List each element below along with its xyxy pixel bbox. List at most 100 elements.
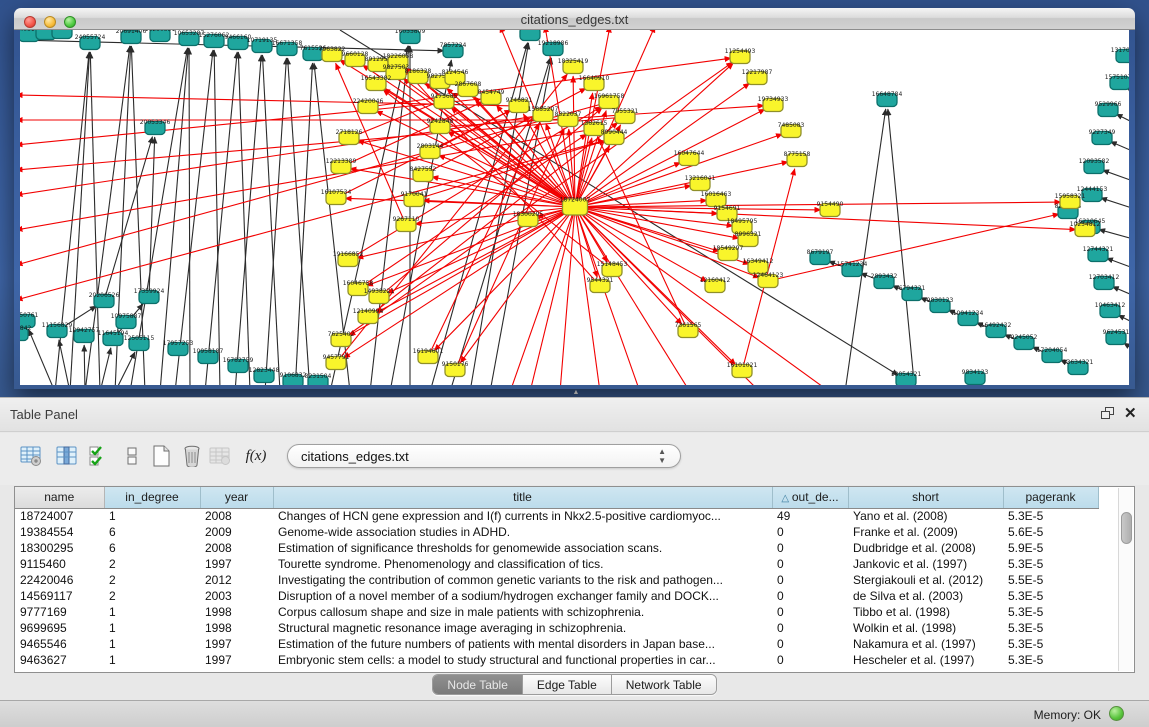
graph-node[interactable]: 9106832 bbox=[280, 372, 307, 385]
column-header-pagerank[interactable]: pagerank bbox=[1003, 487, 1098, 508]
graph-edge[interactable] bbox=[1101, 198, 1129, 212]
table-settings-icon[interactable] bbox=[18, 443, 44, 469]
graph-edge[interactable] bbox=[1116, 114, 1129, 128]
graph-node[interactable]: 8322037 bbox=[555, 111, 582, 127]
graph-node[interactable]: 8775158 bbox=[784, 151, 811, 167]
graph-node[interactable]: 6794321 bbox=[899, 285, 926, 301]
table-row[interactable]: 1872400712008Changes of HCN gene express… bbox=[15, 508, 1098, 524]
graph-node[interactable]: 16250331 bbox=[145, 30, 176, 42]
graph-edge[interactable] bbox=[84, 345, 85, 385]
graph-node[interactable]: 20206526 bbox=[89, 292, 120, 308]
graph-node[interactable]: 16640910 bbox=[579, 75, 610, 91]
graph-node[interactable]: 17957253 bbox=[163, 340, 194, 356]
table-row[interactable]: 1830029562008Estimation of significance … bbox=[15, 540, 1098, 556]
graph-edge[interactable] bbox=[1124, 343, 1129, 356]
graph-node[interactable]: 11254493 bbox=[725, 48, 756, 64]
graph-node[interactable]: 2718126 bbox=[336, 129, 363, 145]
graph-node[interactable]: 9154490 bbox=[817, 201, 844, 217]
column-header-short[interactable]: short bbox=[848, 487, 1003, 508]
graph-node[interactable]: 15751074 bbox=[1105, 74, 1129, 90]
graph-node[interactable]: 16543382 bbox=[361, 75, 392, 91]
network-canvas[interactable]: 1872400784051629120653106253324055724206… bbox=[20, 30, 1129, 385]
graph-edge[interactable] bbox=[560, 207, 575, 385]
graph-edge[interactable] bbox=[1110, 142, 1129, 156]
graph-node[interactable]: 16671358 bbox=[272, 40, 303, 56]
graph-edge[interactable] bbox=[262, 55, 280, 385]
graph-edge[interactable] bbox=[265, 58, 286, 385]
table-scrollbar-thumb[interactable] bbox=[1121, 512, 1132, 544]
graph-node[interactable]: 16101021 bbox=[727, 362, 758, 378]
graph-edge[interactable] bbox=[214, 50, 220, 385]
graph-node[interactable]: 7857224 bbox=[440, 42, 467, 58]
graph-node[interactable]: 12505115 bbox=[124, 335, 155, 351]
graph-edge[interactable] bbox=[20, 98, 491, 145]
graph-node[interactable]: 12823448 bbox=[249, 367, 280, 383]
table-column-icon[interactable] bbox=[54, 443, 80, 469]
graph-node[interactable]: 20691406 bbox=[116, 30, 147, 44]
graph-node[interactable]: 15148453 bbox=[597, 261, 628, 277]
graph-edge[interactable] bbox=[1127, 88, 1129, 100]
graph-node[interactable]: 7955321 bbox=[612, 108, 639, 124]
graph-edge[interactable] bbox=[575, 207, 690, 385]
new-table-icon[interactable] bbox=[148, 443, 174, 469]
graph-node[interactable]: 9242848 bbox=[427, 118, 454, 134]
graph-node[interactable]: 9170041 bbox=[401, 191, 428, 207]
graph-node[interactable]: 19734933 bbox=[758, 96, 789, 112]
column-header-year[interactable]: year bbox=[200, 487, 273, 508]
graph-node[interactable]: 16107534 bbox=[321, 189, 352, 205]
column-header-out-de-[interactable]: △ out_de... bbox=[772, 487, 848, 508]
graph-node[interactable]: 17359924 bbox=[134, 288, 165, 304]
graph-node[interactable]: 18549297 bbox=[713, 245, 744, 261]
graph-node[interactable]: 9245052 bbox=[1011, 334, 1038, 350]
table-row[interactable]: 1456911722003Disruption of a novel membe… bbox=[15, 588, 1098, 604]
graph-node[interactable]: 8427552 bbox=[410, 166, 437, 182]
graph-node[interactable]: 8679197 bbox=[807, 249, 834, 265]
graph-edge[interactable] bbox=[575, 134, 783, 207]
column-header-title[interactable]: title bbox=[273, 487, 772, 508]
graph-node[interactable]: 10463412 bbox=[1095, 302, 1126, 318]
function-builder-icon[interactable]: f(x) bbox=[243, 443, 269, 469]
graph-node[interactable]: 8990444 bbox=[601, 129, 628, 145]
column-header-name[interactable]: name bbox=[15, 487, 104, 508]
graph-node[interactable]: 9457791 bbox=[323, 354, 350, 370]
graph-edge[interactable] bbox=[175, 50, 213, 385]
graph-node[interactable]: 7625402 bbox=[328, 331, 355, 347]
graph-edge[interactable] bbox=[575, 207, 830, 385]
graph-node[interactable]: 12464123 bbox=[753, 272, 784, 288]
graph-edge[interactable] bbox=[1106, 258, 1129, 272]
graph-edge[interactable] bbox=[888, 109, 915, 385]
table-row[interactable]: 2242004622012Investigating the contribut… bbox=[15, 572, 1098, 588]
graph-edge[interactable] bbox=[575, 93, 593, 207]
graph-node[interactable]: 12217987 bbox=[742, 69, 773, 85]
table-row[interactable]: 1938455462009Genome-wide association stu… bbox=[15, 524, 1098, 540]
graph-node[interactable]: 16648784 bbox=[872, 91, 903, 107]
close-panel-icon[interactable]: ✕ bbox=[1124, 404, 1137, 422]
graph-node[interactable]: 9175685 bbox=[431, 93, 458, 109]
column-header-in-degree[interactable]: in_degree bbox=[104, 487, 200, 508]
table-select-dropdown[interactable]: citations_edges.txt ▲▼ bbox=[287, 444, 681, 468]
graph-edge[interactable] bbox=[455, 128, 564, 370]
graph-node[interactable]: 2893432 bbox=[871, 273, 898, 289]
table-row[interactable]: 977716911998Corpus callosum shape and si… bbox=[15, 604, 1098, 620]
graph-node[interactable]: 1062533 bbox=[49, 30, 76, 39]
graph-node[interactable]: 18325419 bbox=[558, 58, 589, 74]
table-row[interactable]: 969969511998Structural magnetic resonanc… bbox=[15, 620, 1098, 636]
row-height-icon[interactable] bbox=[119, 443, 145, 469]
panel-splitter-handle[interactable]: ▲ bbox=[570, 390, 582, 396]
graph-node[interactable]: 9830123 bbox=[927, 297, 954, 313]
graph-edge[interactable] bbox=[1112, 287, 1129, 300]
graph-edge[interactable] bbox=[20, 102, 609, 265]
graph-edge[interactable] bbox=[1118, 315, 1129, 328]
graph-edge[interactable] bbox=[1099, 229, 1129, 242]
graph-edge[interactable] bbox=[845, 109, 886, 385]
graph-node[interactable]: 19218986 bbox=[538, 40, 569, 56]
graph-node[interactable]: 9529966 bbox=[1095, 101, 1122, 117]
graph-node[interactable]: 8454749 bbox=[478, 89, 505, 105]
graph-node[interactable]: 13170412 bbox=[1111, 47, 1129, 63]
graph-node[interactable]: 9267110 bbox=[393, 216, 420, 232]
graph-node[interactable]: 2803144 bbox=[417, 143, 444, 159]
tab-node-table[interactable]: Node Table bbox=[433, 675, 523, 694]
table-scrollbar[interactable] bbox=[1118, 488, 1133, 671]
graph-node[interactable]: 9834123 bbox=[962, 369, 989, 385]
graph-node[interactable]: 13634321 bbox=[1063, 359, 1094, 375]
